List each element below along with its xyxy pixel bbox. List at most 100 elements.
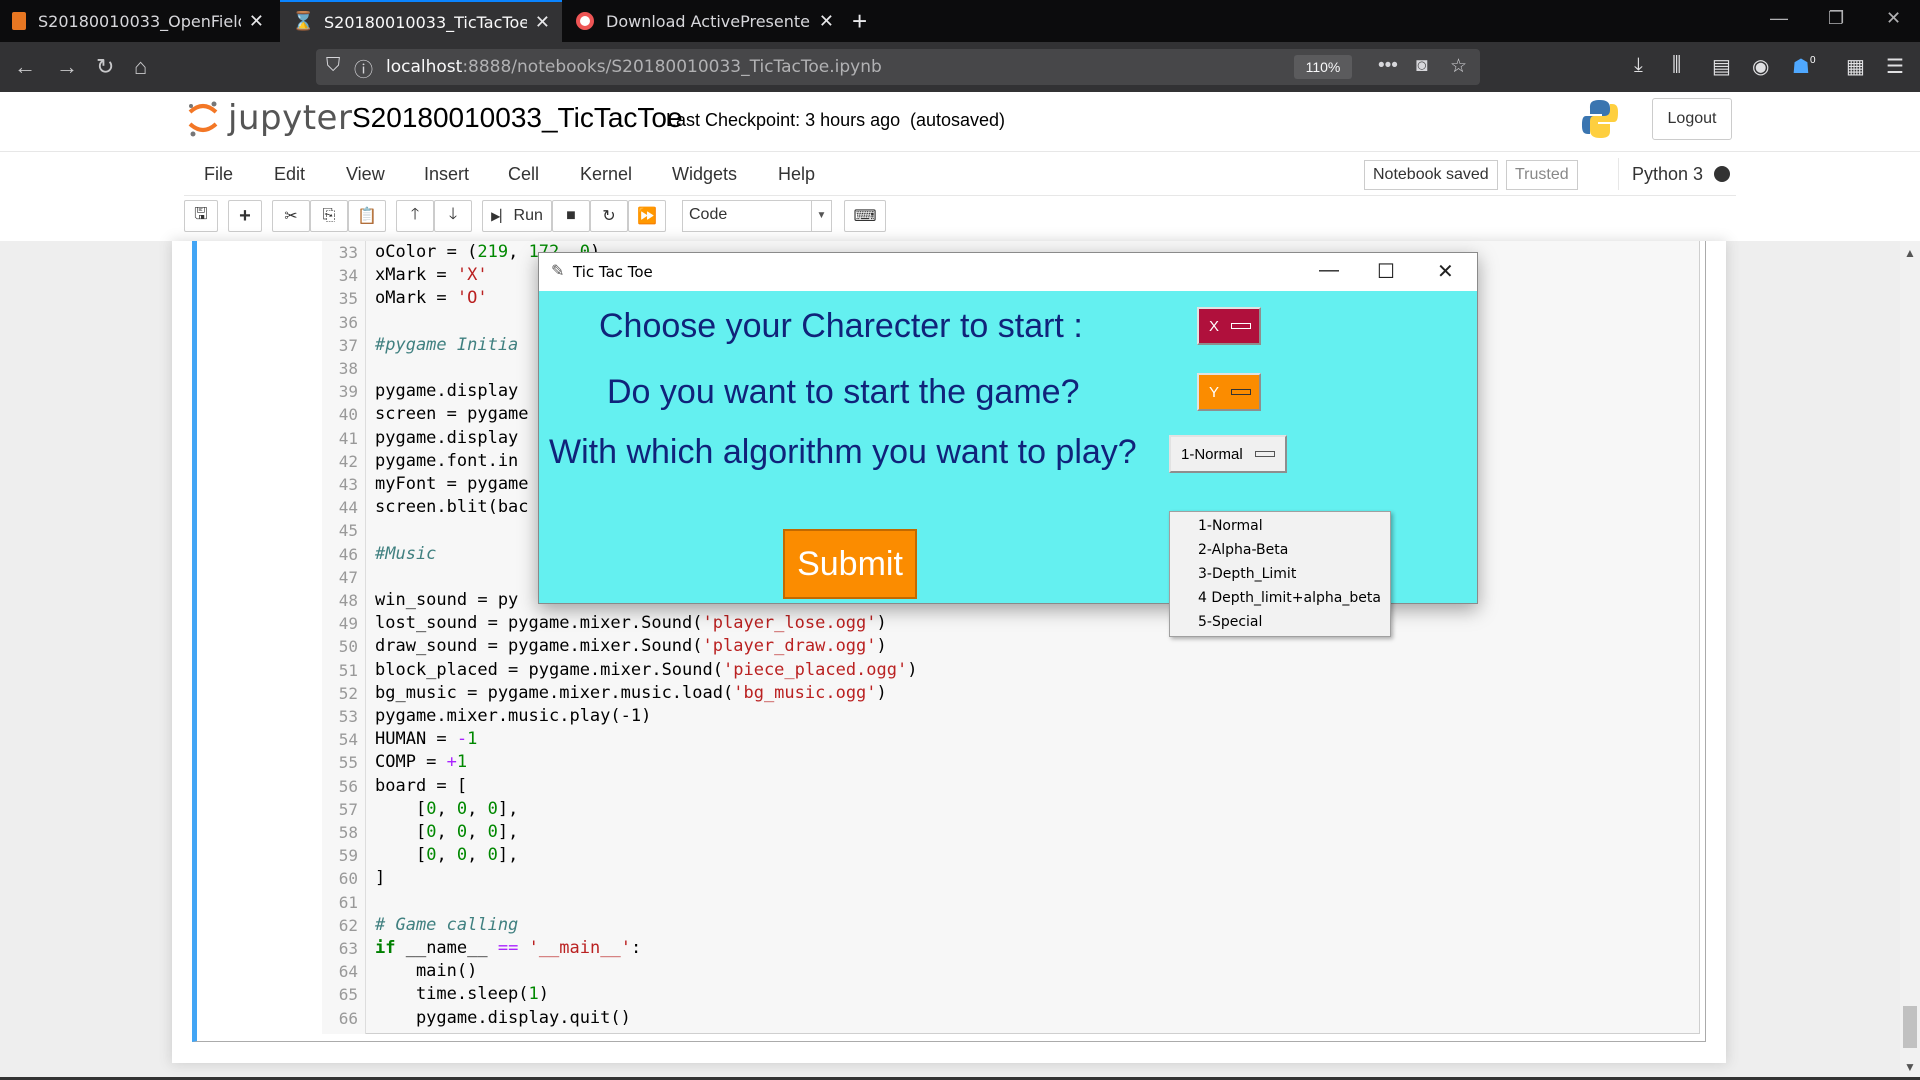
dialog-close-icon[interactable]: ✕ bbox=[1437, 259, 1454, 284]
code-line[interactable]: board = [ bbox=[375, 776, 467, 796]
menu-help[interactable]: Help bbox=[778, 164, 815, 185]
zoom-level-badge[interactable]: 110% bbox=[1294, 55, 1352, 79]
close-tab-icon[interactable]: ✕ bbox=[535, 12, 550, 33]
submit-button[interactable]: Submit bbox=[783, 529, 917, 599]
cut-icon[interactable]: ✂ bbox=[272, 200, 310, 232]
close-window-icon[interactable]: ✕ bbox=[1886, 8, 1901, 29]
cell-type-select[interactable]: Code ▼ bbox=[682, 200, 832, 232]
jupyter-logo[interactable]: jupyter bbox=[186, 98, 352, 138]
insert-cell-icon[interactable]: + bbox=[228, 200, 262, 232]
code-line[interactable]: [0, 0, 0], bbox=[375, 845, 518, 865]
code-line[interactable]: main() bbox=[375, 961, 477, 981]
new-tab-button[interactable]: + bbox=[852, 6, 867, 37]
sidebar-icon[interactable]: ▤ bbox=[1712, 54, 1731, 79]
code-line[interactable]: screen = pygame bbox=[375, 404, 529, 424]
code-line[interactable]: # Game calling bbox=[375, 915, 518, 935]
character-option-menu[interactable]: X bbox=[1197, 307, 1261, 345]
code-line[interactable]: [0, 0, 0], bbox=[375, 799, 518, 819]
pocket-icon[interactable]: ◙ bbox=[1416, 55, 1427, 77]
home-icon[interactable]: ⌂ bbox=[134, 54, 147, 80]
code-line[interactable]: draw_sound = pygame.mixer.Sound('player_… bbox=[375, 636, 887, 656]
tab-tictactoe[interactable]: ⌛ S20180010033_TicTacToe - Jupy ✕ bbox=[280, 0, 562, 42]
dialog-titlebar[interactable]: ✎ Tic Tac Toe — ☐ ✕ bbox=[539, 253, 1477, 291]
menu-file[interactable]: File bbox=[204, 164, 233, 185]
move-down-icon[interactable]: 🡓 bbox=[434, 200, 472, 232]
paste-icon[interactable]: 📋 bbox=[348, 200, 386, 232]
extension-ghost-icon[interactable]: ☗0 bbox=[1792, 54, 1816, 79]
code-line[interactable]: pygame.mixer.music.play(-1) bbox=[375, 706, 651, 726]
code-line[interactable]: ] bbox=[375, 868, 385, 888]
close-tab-icon[interactable]: ✕ bbox=[819, 11, 834, 32]
minimize-window-icon[interactable]: — bbox=[1770, 8, 1788, 29]
trusted-indicator[interactable]: Trusted bbox=[1506, 160, 1578, 190]
code-line[interactable]: HUMAN = -1 bbox=[375, 729, 477, 749]
code-line[interactable]: xMark = 'X' bbox=[375, 265, 488, 285]
code-line[interactable]: pygame.display bbox=[375, 428, 518, 448]
reload-icon[interactable]: ↻ bbox=[96, 54, 114, 80]
menu-insert[interactable]: Insert bbox=[424, 164, 469, 185]
fast-forward-icon[interactable]: ⏩ bbox=[628, 200, 666, 232]
url-text[interactable]: localhost:8888/notebooks/S20180010033_Ti… bbox=[386, 57, 882, 77]
algorithm-option[interactable]: 3-Depth_Limit bbox=[1198, 566, 1296, 582]
close-tab-icon[interactable]: ✕ bbox=[249, 11, 264, 32]
code-line[interactable]: pygame.display.quit() bbox=[375, 1008, 631, 1028]
code-line[interactable]: bg_music = pygame.mixer.music.load('bg_m… bbox=[375, 683, 887, 703]
save-icon[interactable]: 🖫 bbox=[184, 200, 218, 232]
code-line[interactable]: myFont = pygame bbox=[375, 474, 529, 494]
extensions-icon[interactable]: ▦ bbox=[1846, 54, 1865, 79]
algorithm-option[interactable]: 1-Normal bbox=[1198, 518, 1263, 534]
scrollbar-thumb[interactable] bbox=[1903, 1006, 1917, 1048]
code-line[interactable]: lost_sound = pygame.mixer.Sound('player_… bbox=[375, 613, 887, 633]
url-bar[interactable]: ⛉ ⓘ localhost:8888/notebooks/S2018001003… bbox=[316, 49, 1480, 85]
stop-icon[interactable]: ■ bbox=[552, 200, 590, 232]
back-arrow-icon[interactable]: ← bbox=[14, 54, 36, 80]
code-line[interactable]: if __name__ == '__main__': bbox=[375, 938, 641, 958]
code-line[interactable]: pygame.font.in bbox=[375, 451, 518, 471]
code-line[interactable]: time.sleep(1) bbox=[375, 984, 549, 1004]
code-line[interactable]: block_placed = pygame.mixer.Sound('piece… bbox=[375, 660, 917, 680]
algorithm-option[interactable]: 2-Alpha-Beta bbox=[1198, 542, 1288, 558]
bookmark-star-icon[interactable]: ☆ bbox=[1450, 55, 1467, 78]
menu-view[interactable]: View bbox=[346, 164, 385, 185]
algorithm-option-menu[interactable]: 1-Normal bbox=[1169, 435, 1287, 473]
logout-button[interactable]: Logout bbox=[1652, 98, 1732, 140]
download-icon[interactable]: ⤓ bbox=[1634, 54, 1643, 77]
menu-edit[interactable]: Edit bbox=[274, 164, 305, 185]
scroll-down-icon[interactable]: ▼ bbox=[1904, 1060, 1916, 1074]
menu-hamburger-icon[interactable]: ☰ bbox=[1886, 54, 1904, 79]
tab-activepresenter[interactable]: Download ActivePresenter - Vi ✕ bbox=[564, 0, 846, 42]
kernel-name[interactable]: Python 3 bbox=[1632, 164, 1703, 185]
notebook-title[interactable]: S20180010033_TicTacToe bbox=[352, 102, 683, 134]
code-line[interactable]: #pygame Initia bbox=[375, 335, 518, 355]
code-line[interactable]: pygame.display bbox=[375, 381, 518, 401]
account-icon[interactable]: ◉ bbox=[1752, 54, 1769, 79]
tab-openfield[interactable]: S20180010033_OpenFieldTicTac ✕ bbox=[0, 0, 276, 42]
scroll-up-icon[interactable]: ▲ bbox=[1904, 246, 1916, 260]
run-button[interactable]: ▶▏ Run bbox=[482, 200, 552, 232]
dialog-minimize-icon[interactable]: — bbox=[1319, 259, 1339, 282]
page-scrollbar[interactable] bbox=[1900, 241, 1920, 1077]
code-line[interactable]: #Music bbox=[375, 544, 436, 564]
forward-arrow-icon[interactable]: → bbox=[56, 54, 78, 80]
menu-widgets[interactable]: Widgets bbox=[672, 164, 737, 185]
code-line[interactable]: oMark = 'O' bbox=[375, 288, 488, 308]
algorithm-option[interactable]: 4 Depth_limit+alpha_beta bbox=[1198, 590, 1381, 606]
info-icon[interactable]: ⓘ bbox=[354, 55, 373, 82]
code-line[interactable]: screen.blit(bac bbox=[375, 497, 529, 517]
move-up-icon[interactable]: 🡑 bbox=[396, 200, 434, 232]
shield-icon[interactable]: ⛉ bbox=[326, 55, 340, 77]
algorithm-option[interactable]: 5-Special bbox=[1198, 614, 1262, 630]
restore-window-icon[interactable]: ❐ bbox=[1828, 8, 1844, 29]
keyboard-icon[interactable]: ⌨ bbox=[844, 200, 886, 232]
library-icon[interactable]: ⫼ bbox=[1672, 54, 1681, 77]
start-option-menu[interactable]: Y bbox=[1197, 373, 1261, 411]
code-line[interactable]: [0, 0, 0], bbox=[375, 822, 518, 842]
dialog-maximize-icon[interactable]: ☐ bbox=[1377, 259, 1395, 284]
copy-icon[interactable]: ⎘ bbox=[310, 200, 348, 232]
code-line[interactable]: COMP = +1 bbox=[375, 752, 467, 772]
menu-kernel[interactable]: Kernel bbox=[580, 164, 632, 185]
restart-icon[interactable]: ↻ bbox=[590, 200, 628, 232]
menu-cell[interactable]: Cell bbox=[508, 164, 539, 185]
code-line[interactable]: win_sound = py bbox=[375, 590, 518, 610]
more-actions-icon[interactable]: ••• bbox=[1378, 55, 1398, 77]
